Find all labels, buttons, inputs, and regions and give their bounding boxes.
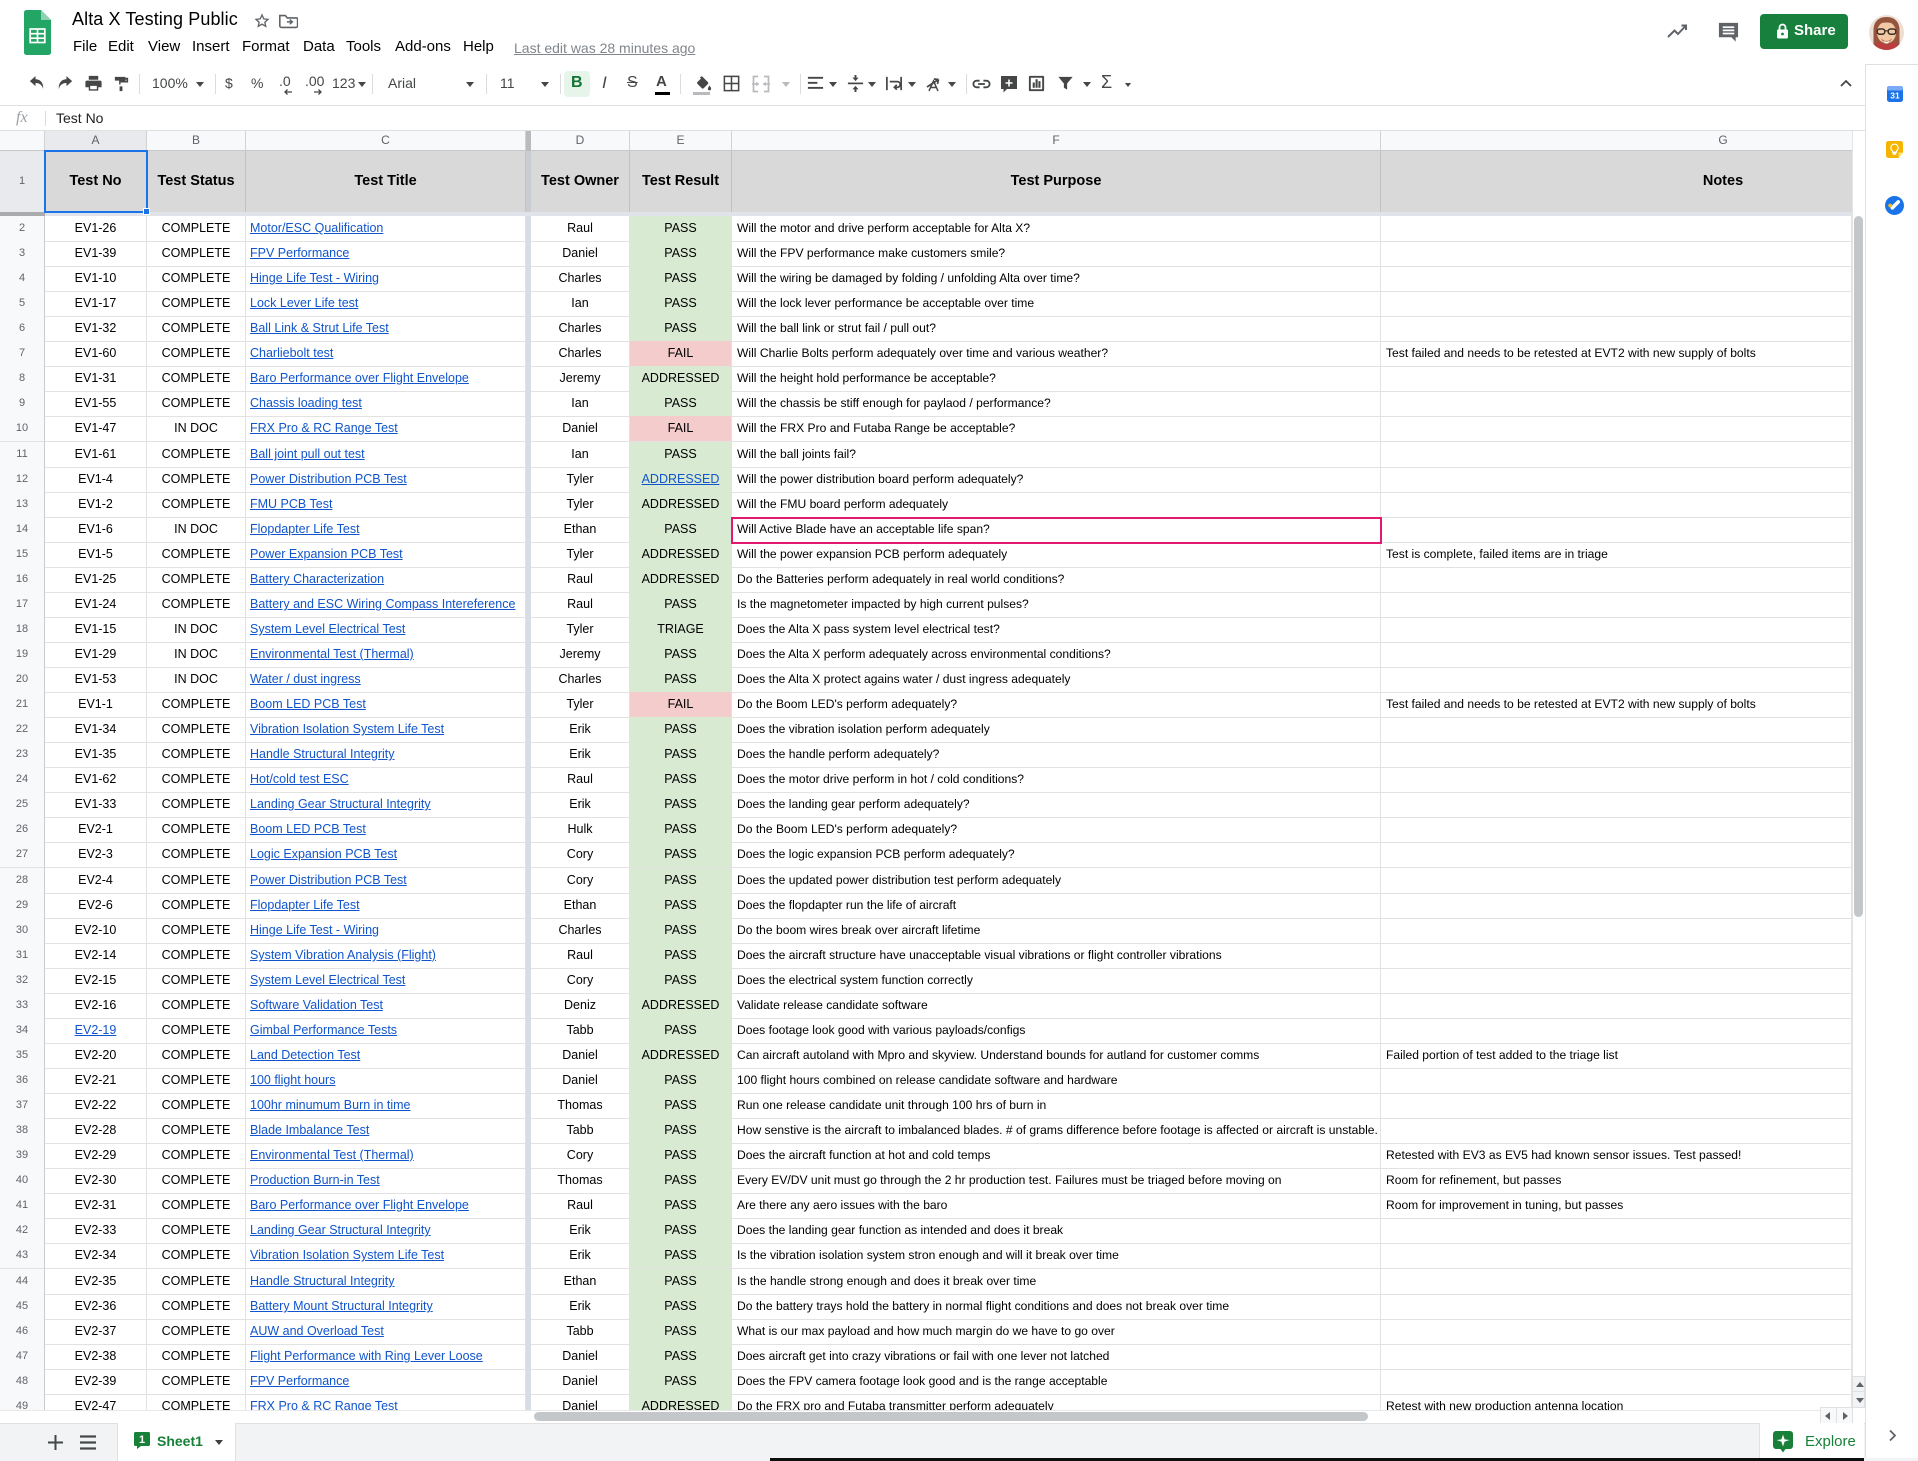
svg-text:1: 1	[139, 1434, 145, 1446]
svg-text:31: 31	[1890, 91, 1900, 101]
